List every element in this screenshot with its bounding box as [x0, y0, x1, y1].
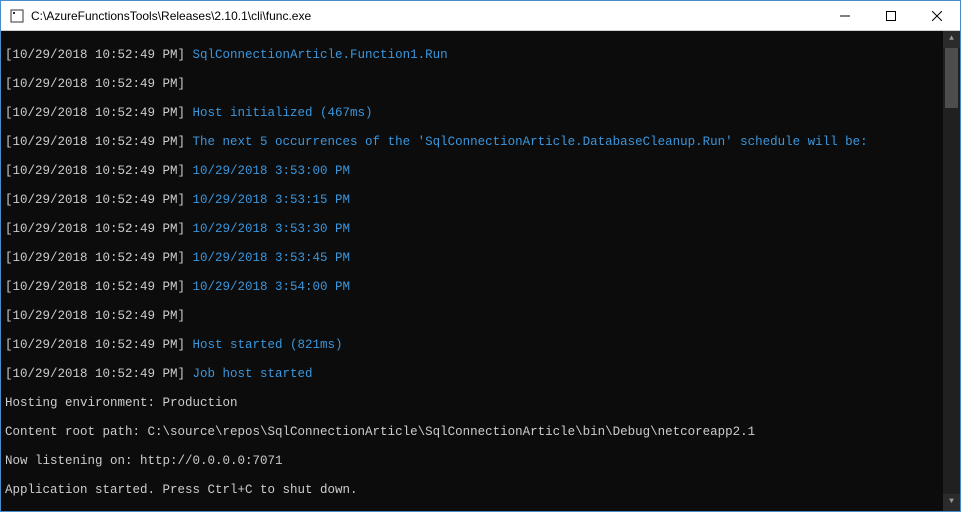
- log-line: [10/29/2018 10:52:49 PM] Host started (8…: [5, 338, 956, 353]
- maximize-button[interactable]: [868, 1, 914, 30]
- window-controls: [822, 1, 960, 30]
- scrollbar-track[interactable]: [943, 48, 960, 494]
- window-titlebar: C:\AzureFunctionsTools\Releases\2.10.1\c…: [1, 1, 960, 31]
- close-button[interactable]: [914, 1, 960, 30]
- console-output: [10/29/2018 10:52:49 PM] SqlConnectionAr…: [1, 31, 960, 511]
- log-line: [10/29/2018 10:52:49 PM] 10/29/2018 3:53…: [5, 193, 956, 208]
- log-line: [10/29/2018 10:52:49 PM] The next 5 occu…: [5, 135, 956, 150]
- app-icon: [9, 8, 25, 24]
- log-line: Now listening on: http://0.0.0.0:7071: [5, 454, 956, 469]
- log-line: [10/29/2018 10:52:49 PM] Host initialize…: [5, 106, 956, 121]
- window-title: C:\AzureFunctionsTools\Releases\2.10.1\c…: [31, 9, 822, 23]
- log-line: [10/29/2018 10:52:49 PM]: [5, 77, 956, 92]
- vertical-scrollbar[interactable]: ▲ ▼: [943, 31, 960, 511]
- log-line: Hosting environment: Production: [5, 396, 956, 411]
- scroll-down-arrow-icon[interactable]: ▼: [943, 494, 960, 511]
- log-line: [10/29/2018 10:52:49 PM] SqlConnectionAr…: [5, 48, 956, 63]
- scroll-up-arrow-icon[interactable]: ▲: [943, 31, 960, 48]
- log-line: [10/29/2018 10:52:49 PM] 10/29/2018 3:53…: [5, 222, 956, 237]
- log-line: [10/29/2018 10:52:49 PM] 10/29/2018 3:54…: [5, 280, 956, 295]
- log-line: [10/29/2018 10:52:49 PM] Job host starte…: [5, 367, 956, 382]
- log-line: Application started. Press Ctrl+C to shu…: [5, 483, 956, 498]
- log-line: [10/29/2018 10:52:49 PM] 10/29/2018 3:53…: [5, 164, 956, 179]
- minimize-button[interactable]: [822, 1, 868, 30]
- scrollbar-thumb[interactable]: [945, 48, 958, 108]
- log-line: [10/29/2018 10:52:49 PM]: [5, 309, 956, 324]
- log-line: Content root path: C:\source\repos\SqlCo…: [5, 425, 956, 440]
- log-line: [10/29/2018 10:52:49 PM] 10/29/2018 3:53…: [5, 251, 956, 266]
